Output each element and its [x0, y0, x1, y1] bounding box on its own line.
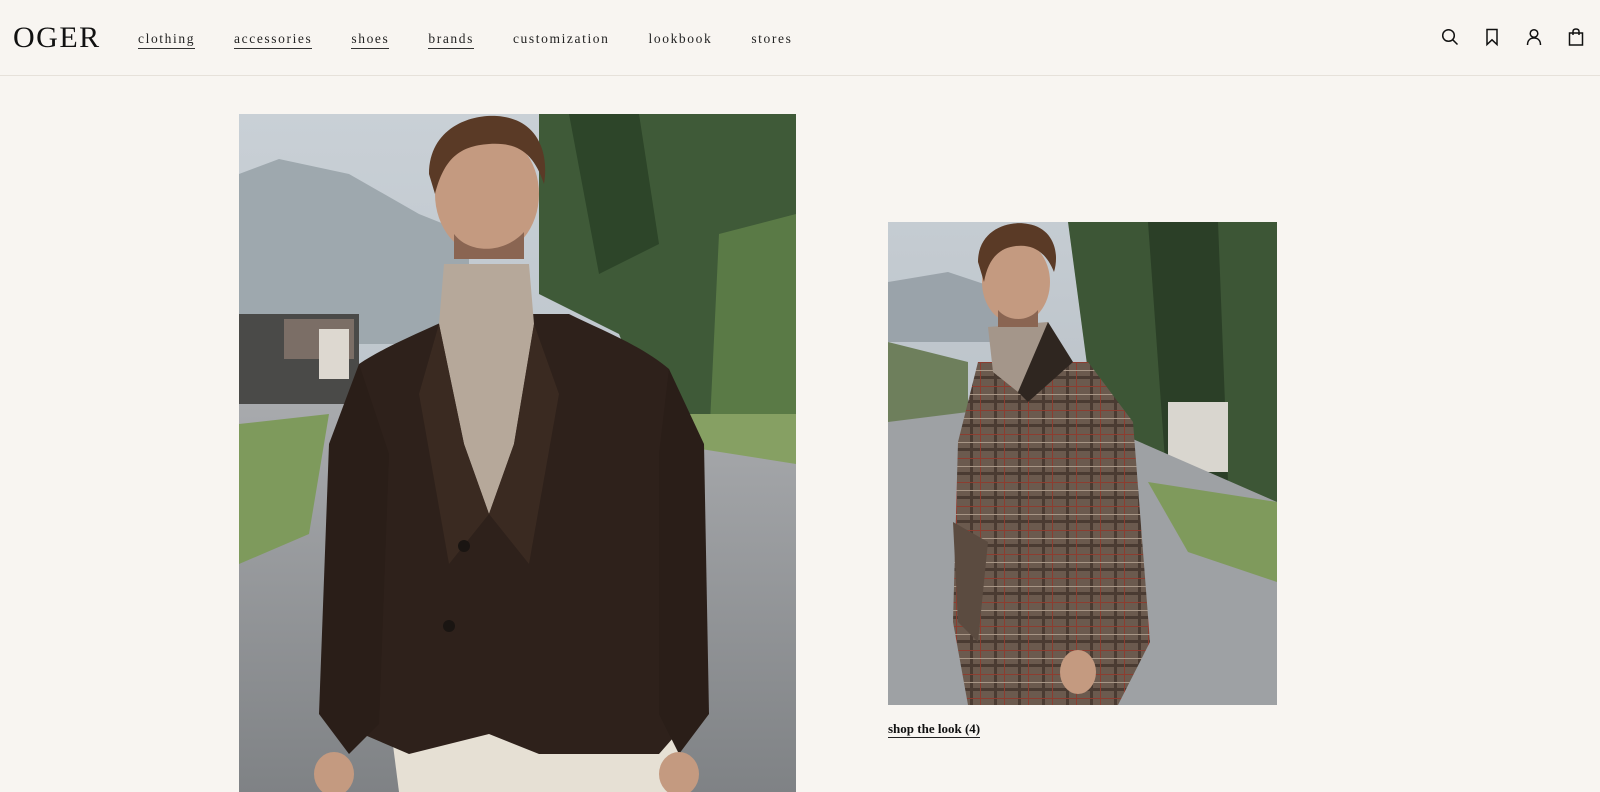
- nav-item-shoes[interactable]: shoes: [351, 30, 390, 49]
- nav-item-brands[interactable]: brands: [428, 30, 474, 49]
- shopping-bag-icon[interactable]: [1566, 27, 1586, 47]
- lookbook-main-image[interactable]: [239, 114, 796, 792]
- search-icon[interactable]: [1440, 27, 1460, 47]
- nav-item-clothing[interactable]: clothing: [138, 30, 196, 49]
- site-header: OGER clothing accessories shoes brands c…: [0, 0, 1600, 76]
- lookbook-second-image[interactable]: [888, 222, 1277, 705]
- header-actions: [1440, 27, 1586, 47]
- nav-item-accessories[interactable]: accessories: [234, 30, 313, 49]
- shop-the-look-link[interactable]: shop the look (4): [888, 721, 981, 738]
- brand-logo[interactable]: OGER: [13, 18, 101, 58]
- nav-item-stores[interactable]: stores: [751, 30, 792, 48]
- account-icon[interactable]: [1524, 27, 1544, 47]
- bookmark-icon[interactable]: [1482, 27, 1502, 47]
- main-nav: clothing accessories shoes brands custom…: [138, 29, 792, 49]
- nav-item-customization[interactable]: customization: [513, 30, 610, 48]
- nav-item-lookbook[interactable]: lookbook: [649, 30, 713, 48]
